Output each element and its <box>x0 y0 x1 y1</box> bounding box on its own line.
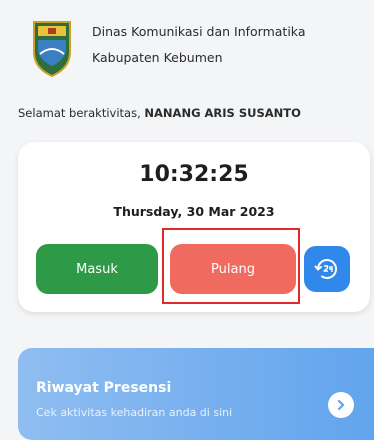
kebumen-logo <box>33 21 71 78</box>
masuk-button[interactable]: Masuk <box>36 244 158 294</box>
chevron-right-icon <box>337 399 345 411</box>
user-name: NANANG ARIS SUSANTO <box>144 106 301 120</box>
greeting-prefix: Selamat beraktivitas, <box>18 106 141 120</box>
current-date: Thursday, 30 Mar 2023 <box>113 204 275 219</box>
riwayat-arrow-button[interactable] <box>328 392 354 418</box>
greeting-text: Selamat beraktivitas, NANANG ARIS SUSANT… <box>18 106 301 120</box>
riwayat-subtitle: Cek aktivitas kehadiran anda di sini <box>36 406 233 419</box>
highlight-box <box>162 228 300 304</box>
history-24h-button[interactable] <box>304 246 350 292</box>
riwayat-title: Riwayat Presensi <box>36 380 172 396</box>
org-name-line1: Dinas Komunikasi dan Informatika <box>92 24 306 39</box>
clock-24h-icon <box>314 259 337 279</box>
riwayat-presensi-card[interactable]: Riwayat Presensi Cek aktivitas kehadiran… <box>18 348 374 440</box>
attendance-card: 10:32:25 Thursday, 30 Mar 2023 Masuk Pul… <box>18 142 370 312</box>
app-header: Dinas Komunikasi dan Informatika Kabupat… <box>0 0 374 90</box>
org-name-line2: Kabupaten Kebumen <box>92 50 223 65</box>
current-time: 10:32:25 <box>139 162 249 187</box>
